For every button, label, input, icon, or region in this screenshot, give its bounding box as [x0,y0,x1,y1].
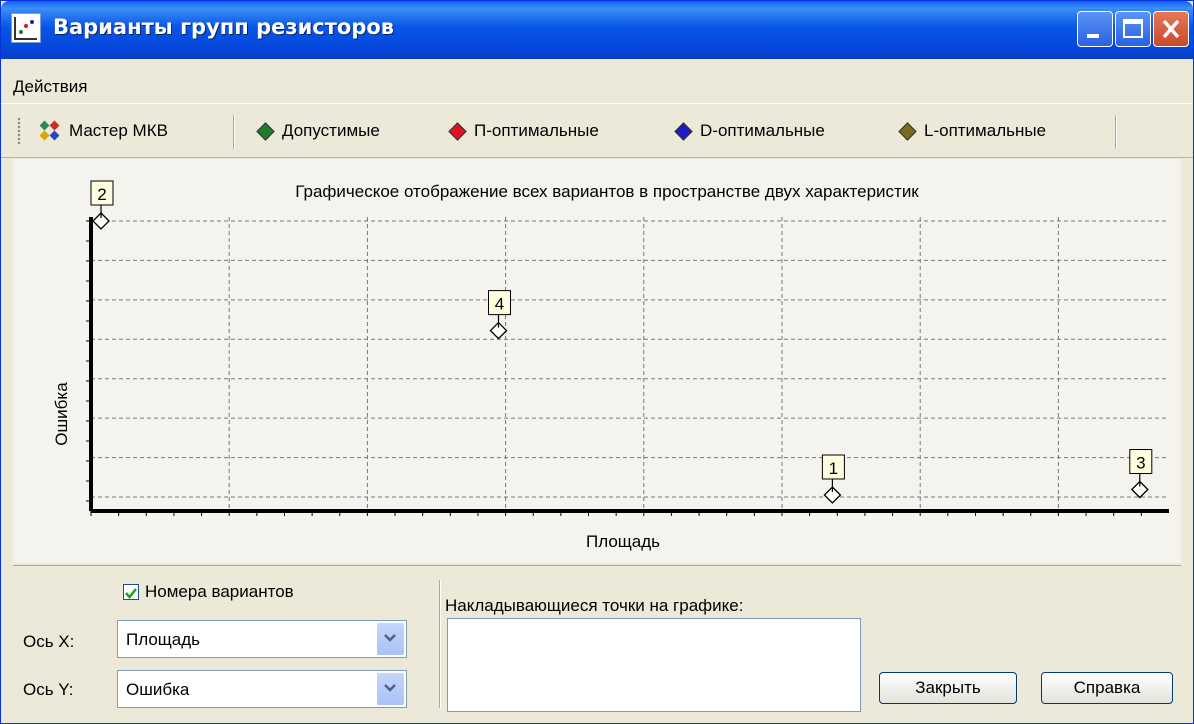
help-button[interactable]: Справка [1041,672,1173,704]
app-window: Варианты групп резисторов Действия Масте… [0,0,1194,724]
close-icon [1162,19,1180,39]
overlap-points-label: Накладывающиеся точки на графике: [445,596,744,615]
y-axis-select-value: Ошибка [126,680,190,699]
maximize-button[interactable] [1115,11,1151,47]
filter-p-optimal-label: П-оптимальные [474,121,599,140]
scatter-chart-icon [11,13,41,43]
master-mkv-label: Мастер МКВ [69,121,168,140]
chart-title: Графическое отображение всех вариантов в… [295,182,919,201]
toolbar-separator [233,115,235,149]
toolbar-end-separator [1115,115,1117,149]
maximize-icon [1123,19,1143,38]
chart-svg: Графическое отображение всех вариантов в… [52,180,1169,551]
x-axis-select[interactable]: Площадь [117,620,407,658]
filter-l-optimal[interactable]: L-оптимальные [898,117,1047,145]
chevron-down-icon[interactable] [376,673,404,705]
chevron-down-icon[interactable] [376,623,404,655]
chart-axes [86,217,1169,516]
close-window-button[interactable] [1153,11,1189,47]
data-point-1: 1 [821,454,845,504]
diamond-olive-icon [898,121,917,141]
window-title: Варианты групп резисторов [53,15,395,39]
x-axis-label: Площадь [586,532,660,551]
data-point-2: 2 [90,180,114,230]
close-button[interactable]: Закрыть [879,672,1017,704]
data-point-label: 2 [97,185,106,204]
x-axis-select-label: Ось X: [23,632,75,651]
overlap-points-list[interactable] [447,618,861,712]
show-numbers-checkbox[interactable] [123,584,139,600]
chart-grid [91,217,1169,511]
x-axis-select-value: Площадь [126,630,201,649]
checkmark-icon [125,588,137,599]
diamond-green-icon [256,121,275,141]
show-numbers-label: Номера вариантов [145,582,294,601]
toolbar-grip[interactable] [17,117,21,145]
y-axis-select-label: Ось Y: [23,680,74,699]
data-point-label: 4 [495,295,504,314]
master-mkv-button[interactable]: Мастер МКВ [39,117,168,145]
filter-d-optimal[interactable]: D-оптимальные [674,117,825,145]
filter-admissible-label: Допустимые [282,121,380,140]
title-bar[interactable]: Варианты групп резисторов [1,1,1193,59]
minimize-icon [1087,34,1099,38]
bottom-panel: Номера вариантов Ось X: Площадь Ось Y: О… [13,565,1181,720]
diamond-red-icon [448,121,467,141]
filter-l-optimal-label: L-оптимальные [924,121,1047,140]
panel-separator [439,580,441,708]
filter-p-optimal[interactable]: П-оптимальные [448,117,599,145]
menu-bar: Действия [1,59,1193,104]
data-point-label: 1 [829,459,838,478]
data-point-label: 3 [1136,454,1145,473]
master-mkv-icon [39,120,60,141]
data-point-4: 4 [488,290,511,340]
y-axis-label: Ошибка [52,382,71,446]
diamond-blue-icon [674,121,693,141]
toolbar: Мастер МКВ Допустимые П-оптимальные D-оп… [1,105,1193,158]
menu-actions[interactable]: Действия [13,77,87,97]
filter-admissible[interactable]: Допустимые [256,117,380,145]
y-axis-select[interactable]: Ошибка [117,670,407,708]
data-point-3: 3 [1129,449,1153,499]
chart-points: 2 4 1 3 [90,180,1153,504]
scatter-chart: Графическое отображение всех вариантов в… [13,159,1181,563]
filter-d-optimal-label: D-оптимальные [700,121,825,140]
minimize-button[interactable] [1077,11,1113,47]
